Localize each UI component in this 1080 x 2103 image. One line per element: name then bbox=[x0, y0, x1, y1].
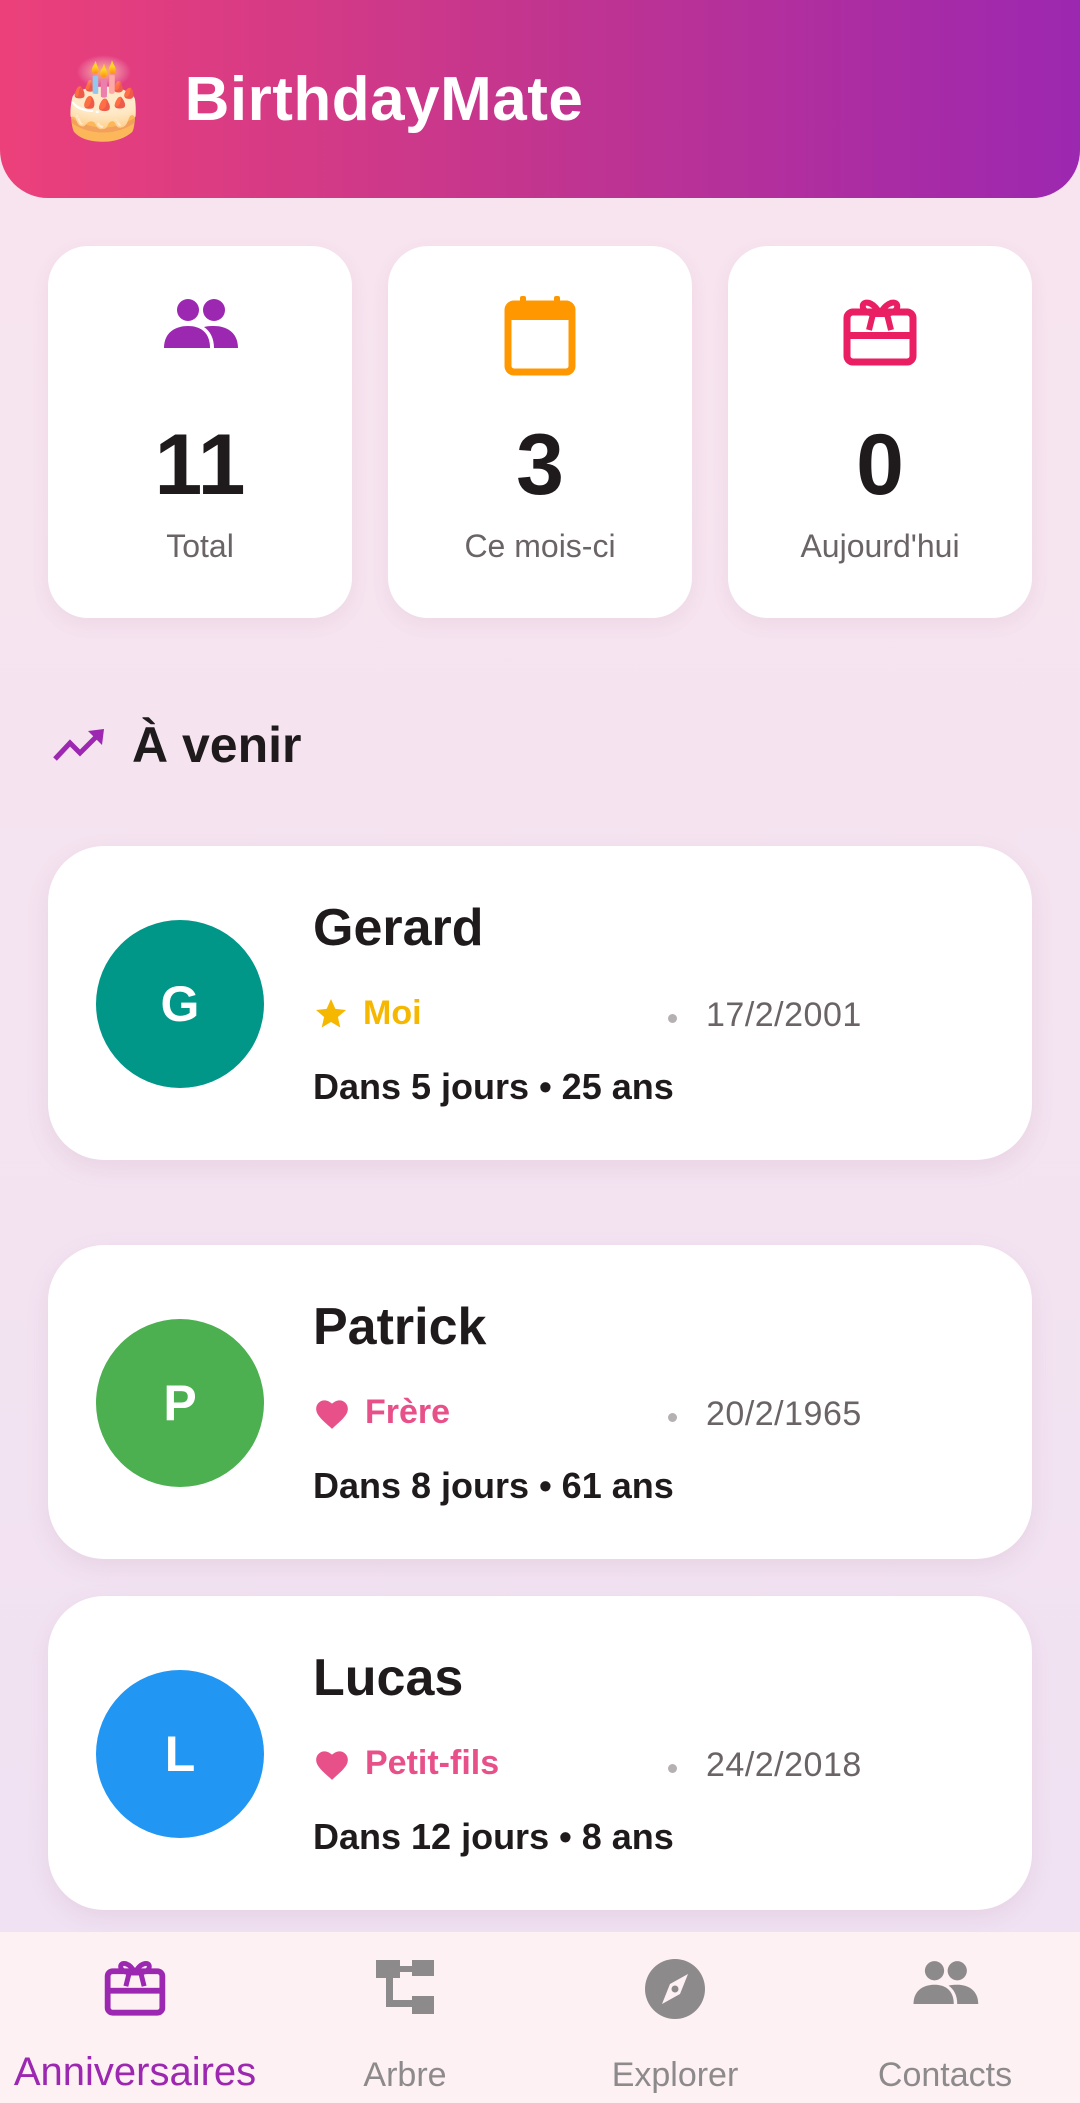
stat-label: Ce mois-ci bbox=[464, 528, 616, 564]
person-name: Gerard bbox=[313, 899, 484, 957]
stat-value: 11 bbox=[154, 417, 246, 513]
stat-label: Aujourd'hui bbox=[800, 528, 960, 564]
avatar: P bbox=[96, 1319, 264, 1487]
trending-up-icon bbox=[53, 729, 104, 761]
birth-date: 24/2/2018 bbox=[706, 1746, 862, 1784]
stat-label: Total bbox=[166, 528, 234, 564]
nav-item-anniversaires[interactable]: Anniversaires bbox=[0, 1932, 270, 2103]
relation-label: Petit-fils bbox=[365, 1744, 500, 1782]
separator-dot bbox=[668, 1413, 677, 1422]
stat-value: 3 bbox=[516, 417, 564, 513]
cake-logo-icon: 🎂 bbox=[56, 56, 151, 141]
birthday-card[interactable]: P Patrick Frère 20/2/1965 Dans 8 jours •… bbox=[48, 1245, 1032, 1559]
nav-item-explorer[interactable]: Explorer bbox=[540, 1932, 810, 2103]
avatar: G bbox=[96, 920, 264, 1088]
people-icon bbox=[164, 299, 238, 348]
gift-card-icon bbox=[843, 299, 917, 366]
nav-label: Contacts bbox=[877, 2056, 1013, 2094]
relation-tag: Frère bbox=[313, 1393, 450, 1432]
calendar-icon bbox=[504, 296, 576, 376]
countdown-text: Dans 5 jours • 25 ans bbox=[313, 1066, 674, 1107]
countdown-text: Dans 12 jours • 8 ans bbox=[313, 1816, 674, 1857]
upcoming-section-header: À venir bbox=[52, 716, 302, 774]
nav-item-contacts[interactable]: Contacts bbox=[810, 1932, 1080, 2103]
birth-date: 20/2/1965 bbox=[706, 1395, 862, 1433]
relation-label: Moi bbox=[363, 994, 422, 1032]
star-icon bbox=[316, 998, 346, 1027]
stat-card-today[interactable]: 0 Aujourd'hui bbox=[728, 246, 1032, 618]
nav-item-arbre[interactable]: Arbre bbox=[270, 1932, 540, 2103]
gift-card-icon bbox=[104, 1961, 166, 2016]
heart-icon bbox=[316, 1750, 348, 1780]
birthday-card[interactable]: G Gerard Moi 17/2/2001 Dans 5 jours • 25… bbox=[48, 846, 1032, 1160]
app-header: 🎂 BirthdayMate bbox=[0, 0, 1080, 198]
stat-value: 0 bbox=[856, 417, 904, 513]
relation-tag: Petit-fils bbox=[313, 1744, 499, 1783]
heart-icon bbox=[316, 1399, 348, 1429]
compass-icon bbox=[645, 1959, 705, 2019]
birthday-card[interactable]: L Lucas Petit-fils 24/2/2018 Dans 12 jou… bbox=[48, 1596, 1032, 1910]
app-title: BirthdayMate bbox=[184, 64, 584, 134]
stat-card-month[interactable]: 3 Ce mois-ci bbox=[388, 246, 692, 618]
family-tree-icon bbox=[376, 1960, 434, 2014]
bottom-navigation: Anniversaires Arbre Explorer Contacts bbox=[0, 1932, 1080, 2103]
relation-label: Frère bbox=[365, 1393, 451, 1431]
stat-card-total[interactable]: 11 Total bbox=[48, 246, 352, 618]
birth-date: 17/2/2001 bbox=[706, 996, 862, 1034]
nav-label: Anniversaires bbox=[13, 2050, 257, 2094]
relation-tag: Moi bbox=[313, 994, 422, 1033]
section-title: À venir bbox=[132, 717, 302, 773]
avatar: L bbox=[96, 1670, 264, 1838]
people-icon bbox=[913, 1961, 979, 2004]
countdown-text: Dans 8 jours • 61 ans bbox=[313, 1465, 674, 1506]
nav-label: Explorer bbox=[611, 2056, 739, 2094]
separator-dot bbox=[668, 1764, 677, 1773]
nav-label: Arbre bbox=[363, 2056, 447, 2094]
stats-row: 11 Total 3 Ce mois-ci 0 Aujourd'hui bbox=[48, 246, 1032, 618]
person-name: Lucas bbox=[313, 1649, 464, 1707]
separator-dot bbox=[668, 1014, 677, 1023]
person-name: Patrick bbox=[313, 1298, 487, 1356]
